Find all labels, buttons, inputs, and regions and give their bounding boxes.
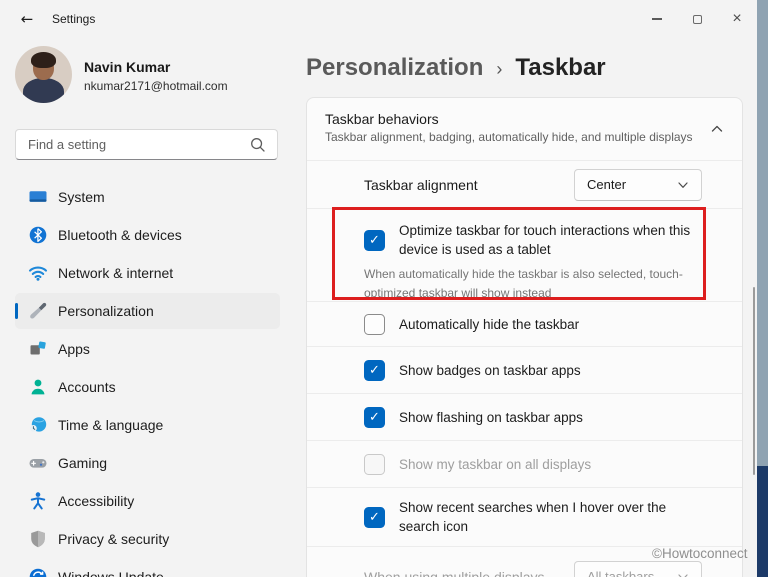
checkmark-icon: ✓: [369, 409, 380, 425]
setting-row-show-badges: ✓ Show badges on taskbar apps: [307, 346, 742, 393]
all-displays-checkbox[interactable]: [364, 453, 385, 475]
bluetooth-icon: [29, 226, 47, 244]
checkmark-icon: ✓: [369, 509, 380, 525]
expander-header[interactable]: Taskbar behaviors Taskbar alignment, bad…: [307, 98, 742, 160]
recent-searches-label: Show recent searches when I hover over t…: [399, 500, 667, 534]
chevron-down-icon: [678, 181, 688, 188]
avatar[interactable]: [15, 46, 72, 103]
multiple-displays-dropdown[interactable]: All taskbars: [574, 560, 702, 577]
sidebar-item-system[interactable]: System: [15, 179, 280, 215]
recent-searches-checkbox[interactable]: ✓: [364, 506, 385, 528]
gaming-icon: [29, 459, 47, 468]
setting-row-show-flashing: ✓ Show flashing on taskbar apps: [307, 393, 742, 440]
titlebar: ← Settings ×: [0, 0, 757, 38]
setting-row-recent-searches: ✓ Show recent searches when I hover over…: [307, 487, 742, 546]
chevron-up-icon[interactable]: [710, 122, 724, 136]
all-displays-label: Show my taskbar on all displays: [399, 456, 592, 472]
selected-indicator: [15, 303, 18, 319]
time-language-icon: [30, 417, 47, 432]
sidebar-item-personalization[interactable]: Personalization: [15, 293, 280, 329]
auto-hide-checkbox[interactable]: [364, 313, 385, 335]
optimize-touch-description: When automatically hide the taskbar is a…: [364, 267, 683, 300]
setting-row-optimize-touch: ✓ Optimize taskbar for touch interaction…: [307, 208, 742, 301]
scrollbar[interactable]: [753, 287, 755, 475]
setting-row-taskbar-alignment: Taskbar alignment Center: [307, 160, 742, 208]
personalization-icon: [30, 302, 47, 319]
sidebar-item-accessibility[interactable]: Accessibility: [15, 483, 280, 519]
shield-icon: [31, 530, 45, 548]
minimize-icon: [652, 18, 662, 20]
sidebar-item-gaming[interactable]: Gaming: [15, 445, 280, 481]
sidebar-item-accounts[interactable]: Accounts: [15, 369, 280, 405]
watermark: ©Howtoconnect: [652, 546, 748, 561]
sidebar-nav: System Bluetooth & devices Network & int…: [0, 179, 292, 577]
expander-title: Taskbar behaviors: [325, 111, 439, 127]
sidebar-item-windows-update[interactable]: Windows Update: [15, 559, 280, 577]
breadcrumb-separator-icon: ›: [496, 58, 503, 79]
sidebar: Navin Kumar nkumar2171@hotmail.com Syste…: [0, 38, 292, 577]
sidebar-item-time-language[interactable]: Time & language: [15, 407, 280, 443]
sidebar-item-privacy-security[interactable]: Privacy & security: [15, 521, 280, 557]
maximize-icon: [692, 14, 702, 24]
show-flashing-label: Show flashing on taskbar apps: [399, 409, 583, 425]
wifi-icon: [28, 266, 48, 281]
show-badges-checkbox[interactable]: ✓: [364, 359, 385, 381]
sidebar-item-apps[interactable]: Apps: [15, 331, 280, 367]
search-icon: [251, 137, 265, 152]
setting-row-auto-hide: Automatically hide the taskbar: [307, 301, 742, 346]
profile-email: nkumar2171@hotmail.com: [84, 79, 228, 93]
breadcrumb-personalization[interactable]: Personalization: [306, 54, 483, 82]
accessibility-icon: [30, 492, 46, 510]
apps-icon: [30, 341, 46, 355]
window-title: Settings: [52, 12, 96, 26]
sidebar-item-bluetooth-devices[interactable]: Bluetooth & devices: [15, 217, 280, 253]
profile-name: Navin Kumar: [84, 59, 171, 75]
page-title: Taskbar: [515, 54, 606, 81]
checkmark-icon: ✓: [369, 233, 380, 248]
taskbar-alignment-label: Taskbar alignment: [364, 176, 478, 193]
auto-hide-label: Automatically hide the taskbar: [399, 316, 580, 332]
window-controls: ×: [637, 0, 757, 38]
minimize-button[interactable]: [637, 0, 677, 38]
maximize-button[interactable]: [677, 0, 717, 38]
close-icon: ×: [732, 10, 742, 27]
search-input[interactable]: [16, 137, 249, 152]
sidebar-item-network-internet[interactable]: Network & internet: [15, 255, 280, 291]
taskbar-alignment-dropdown[interactable]: Center: [574, 168, 702, 201]
show-flashing-checkbox[interactable]: ✓: [364, 406, 385, 428]
setting-row-all-displays: Show my taskbar on all displays: [307, 440, 742, 487]
desktop-background-edge: [757, 0, 768, 577]
optimize-touch-label: Optimize taskbar for touch interactions …: [399, 223, 691, 257]
optimize-touch-checkbox[interactable]: ✓: [364, 230, 385, 251]
checkmark-icon: ✓: [369, 362, 380, 378]
system-icon: [29, 191, 47, 202]
multiple-displays-label: When using multiple displays,: [364, 568, 549, 577]
search-box[interactable]: [15, 129, 278, 160]
accounts-icon: [31, 379, 45, 395]
windows-update-icon: [29, 568, 47, 577]
back-button[interactable]: ←: [14, 8, 40, 30]
close-button[interactable]: ×: [717, 0, 757, 38]
chevron-down-icon: [678, 573, 688, 577]
taskbar-behaviors-card: Taskbar behaviors Taskbar alignment, bad…: [306, 97, 743, 577]
breadcrumb: Personalization › Taskbar: [306, 54, 606, 82]
show-badges-label: Show badges on taskbar apps: [399, 362, 581, 378]
expander-subtitle: Taskbar alignment, badging, automaticall…: [325, 130, 693, 144]
